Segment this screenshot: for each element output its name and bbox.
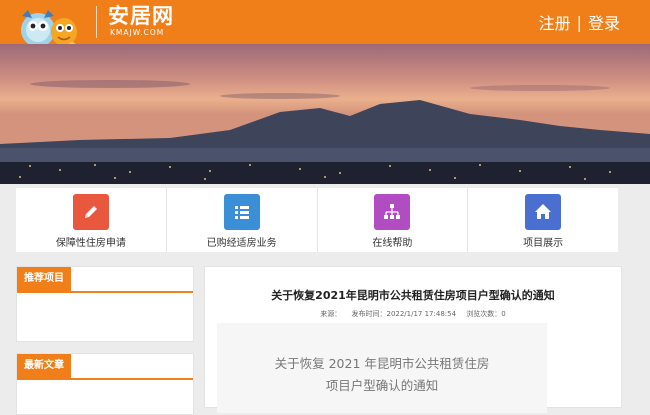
article-publish-time: 发布时间：2022/1/17 17:48:54: [351, 310, 457, 318]
article-preview-heading: 关于恢复 2021 年昆明市公共租赁住房 项目户型确认的通知: [217, 353, 547, 397]
recommended-projects-panel: 推荐项目: [16, 266, 194, 342]
brand-name[interactable]: 安居网: [108, 5, 174, 27]
service-housing-application[interactable]: 保障性住房申请: [16, 188, 167, 252]
article-panel: 关于恢复2021年昆明市公共租赁住房项目户型确认的通知 来源： 发布时间：202…: [204, 266, 622, 413]
service-tiles: 保障性住房申请 已购经适房业务 在线帮助 项目展示: [16, 188, 618, 252]
service-label: 已购经适房业务: [206, 238, 277, 249]
article-preview-image: 关于恢复 2021 年昆明市公共租赁住房 项目户型确认的通知: [217, 323, 547, 413]
service-label: 保障性住房申请: [55, 238, 126, 249]
auth-separator: |: [576, 12, 582, 32]
service-online-help[interactable]: 在线帮助: [318, 188, 469, 252]
article-title: 关于恢复2021年昆明市公共租赁住房项目户型确认的通知: [271, 289, 555, 302]
article-preview-line1: 关于恢复 2021 年昆明市公共租赁住房: [274, 356, 490, 371]
register-link[interactable]: 注册: [539, 10, 571, 34]
article-source: 来源：: [320, 310, 342, 318]
list-icon: [223, 194, 260, 230]
latest-articles-panel: 最新文章: [16, 353, 194, 415]
auth-links: 注册 | 登录: [539, 10, 620, 34]
service-label: 项目展示: [523, 238, 564, 249]
service-label: 在线帮助: [372, 238, 413, 249]
panel-header: 最新文章: [17, 354, 193, 380]
panel-header: 推荐项目: [17, 267, 193, 293]
panel-title[interactable]: 推荐项目: [17, 267, 71, 291]
home-icon: [525, 194, 562, 230]
logo-divider: [96, 6, 97, 38]
hero-banner: [0, 44, 650, 184]
article-views: 浏览次数：0: [466, 310, 506, 318]
article-meta: 来源： 发布时间：2022/1/17 17:48:54 浏览次数：0: [205, 309, 621, 319]
city-dusk-image: [0, 44, 650, 184]
login-link[interactable]: 登录: [588, 10, 620, 34]
panel-title[interactable]: 最新文章: [17, 354, 71, 378]
sitemap-icon: [374, 194, 411, 230]
article-preview-line2: 项目户型确认的通知: [325, 378, 439, 393]
pencil-icon: [72, 194, 109, 230]
brand-domain: KMAJW.COM: [110, 28, 165, 37]
site-header: 安居网 KMAJW.COM 注册 | 登录: [0, 0, 650, 50]
service-purchased-housing[interactable]: 已购经适房业务: [167, 188, 318, 252]
service-project-display[interactable]: 项目展示: [468, 188, 618, 252]
